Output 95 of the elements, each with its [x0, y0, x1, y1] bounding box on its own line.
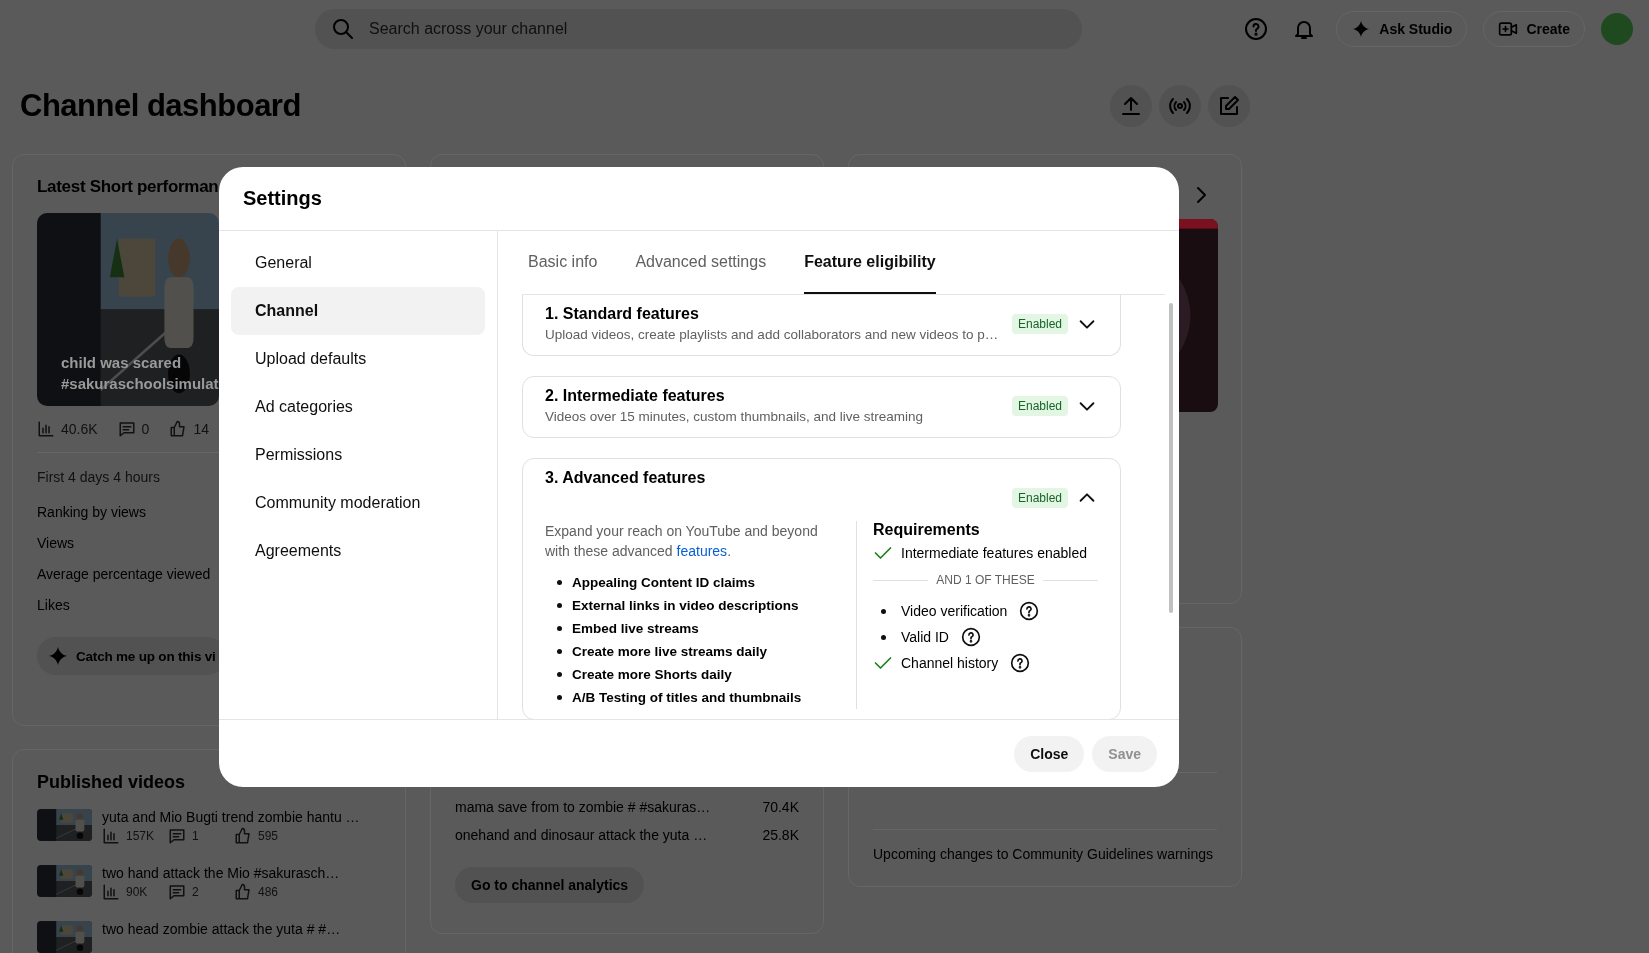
bullet-icon [557, 695, 562, 700]
go-live-button[interactable] [1159, 85, 1201, 127]
benefit-item: Embed live streams [572, 619, 699, 638]
help-icon [961, 627, 981, 647]
nav-item[interactable]: Community moderation [231, 479, 485, 527]
metric-label: Average percentage viewed [37, 565, 211, 584]
stat-value: 157K [102, 827, 168, 845]
tab[interactable]: Advanced settings [635, 231, 767, 294]
bullet-icon [557, 580, 562, 585]
bullet-icon [557, 649, 562, 654]
comment-icon [168, 827, 186, 845]
bullet-icon [880, 609, 886, 614]
stat-value: 486 [234, 883, 279, 901]
comment-icon [168, 883, 186, 901]
help-button[interactable] [961, 627, 981, 647]
benefit-item: A/B Testing of titles and thumbnails [572, 688, 802, 707]
benefit-item: Appealing Content ID claims [572, 573, 756, 592]
period-label: First 4 days 4 hours [37, 469, 160, 485]
nav-item[interactable]: Channel [231, 287, 485, 335]
dialog-button[interactable]: Close [1014, 735, 1085, 772]
benefit-item: External links in video descriptions [572, 596, 799, 615]
benefit-item: Create more live streams daily [572, 642, 768, 661]
stat-value: 595 [234, 827, 279, 845]
views-value: 25.8K [762, 826, 799, 845]
feature-intro: Expand your reach on YouTube and beyond with these advanced features. [545, 522, 819, 561]
stat-value: 2 [168, 883, 234, 901]
help-icon [1019, 601, 1040, 621]
requirement-label: Video verification [901, 602, 1008, 621]
stat-value: 40.6K [37, 420, 98, 438]
bar-chart-icon [102, 827, 120, 845]
feature-title: 3. Advanced features [545, 468, 707, 488]
upload-button[interactable] [1110, 85, 1152, 127]
bullet-icon [557, 603, 562, 608]
page-title: Channel dashboard [20, 88, 302, 124]
bullet-icon [557, 672, 562, 677]
requirements-title: Requirements [873, 521, 981, 539]
card-title: Published videos [37, 772, 186, 793]
nav-item[interactable]: General [231, 239, 485, 287]
tab[interactable]: Basic info [528, 231, 598, 294]
bullet-icon [880, 635, 886, 640]
requirement-label: Valid ID [901, 628, 949, 647]
feature-title: 1. Standard features [545, 304, 700, 324]
sparkle-icon [47, 645, 69, 667]
views-value: 70.4K [762, 798, 799, 817]
stat-value: 90K [102, 883, 168, 901]
video-title[interactable]: mama save from to zombie # #sakuras… [455, 793, 711, 821]
stat-value: 14 [169, 420, 209, 438]
help-icon [1244, 17, 1269, 41]
requirement-label: Channel history [901, 654, 999, 673]
bar-chart-icon [37, 420, 55, 438]
feature-description: Videos over 15 minutes, custom thumbnails, and live streaming [545, 408, 924, 426]
video-title[interactable]: yuta and Mio Bugti trend zombie hantu … [102, 809, 360, 825]
status-badge: Enabled [1011, 488, 1068, 508]
status-badge: Enabled [1011, 396, 1068, 416]
video-plus-icon [1498, 19, 1519, 39]
stat-value: 1 [168, 827, 234, 845]
benefit-item: Create more Shorts daily [572, 665, 732, 684]
help-button[interactable] [1019, 601, 1040, 621]
header-button[interactable]: Create [1483, 11, 1585, 47]
header-button[interactable]: Ask Studio [1336, 11, 1468, 47]
upload-icon [1119, 94, 1143, 118]
thumbs-up-icon [169, 420, 188, 438]
requirement-label: Intermediate features enabled [901, 544, 1087, 563]
tab[interactable]: Feature eligibility [804, 231, 936, 294]
card-title: Latest Short performan [37, 177, 219, 197]
nav-item[interactable]: Agreements [231, 527, 485, 575]
create-post-button[interactable] [1208, 85, 1250, 127]
scrollbar-thumb[interactable] [1169, 303, 1173, 613]
search-field[interactable]: Search across your channel [315, 9, 1082, 49]
nav-item[interactable]: Ad categories [231, 383, 485, 431]
edit-icon [1217, 94, 1241, 118]
metric-label: Ranking by views [37, 503, 146, 522]
comment-icon [117, 420, 136, 438]
bar-chart-icon [102, 883, 120, 901]
thumbs-up-icon [234, 827, 252, 845]
video-title[interactable]: two hand attack the Mio #sakurasch… [102, 865, 340, 881]
avatar[interactable] [1601, 13, 1633, 45]
help-button[interactable] [1010, 653, 1031, 673]
video-caption: child was scared #sakuraschoolsimulat [61, 353, 219, 394]
video-title[interactable]: two head zombie attack the yuta # #… [102, 921, 341, 937]
help-icon [1010, 653, 1031, 673]
news-item[interactable]: Upcoming changes to Community Guidelines warnings [873, 829, 1217, 864]
video-title[interactable]: onehand and dinosaur attack the yuta … [455, 821, 708, 849]
metric-label: Likes [37, 596, 70, 615]
thumbs-up-icon [234, 883, 252, 901]
stat-value: 0 [117, 420, 150, 438]
divider-label: AND 1 OF THESE [873, 573, 1098, 587]
nav-item[interactable]: Upload defaults [231, 335, 485, 383]
feature-description: Upload videos, create playlists and add collaborators and new videos to p… [545, 326, 1000, 344]
dialog-title: Settings [243, 187, 322, 210]
nav-item[interactable]: Permissions [231, 431, 485, 479]
feature-title: 2. Intermediate features [545, 386, 726, 406]
bullet-icon [557, 626, 562, 631]
metric-label: Views [37, 534, 75, 553]
status-badge: Enabled [1011, 314, 1068, 334]
